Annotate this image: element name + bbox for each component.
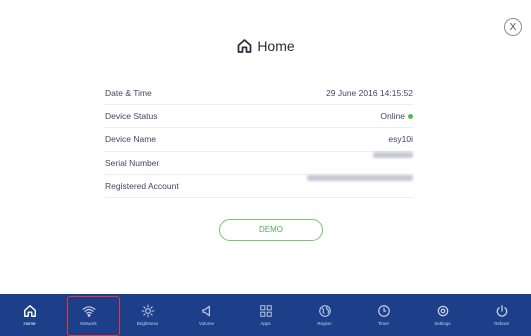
info-row-registered-account: Registered Account (105, 174, 413, 198)
nav-label-reboot: Reboot (494, 321, 509, 326)
registered-account-redacted (307, 174, 413, 181)
nav-label-brightness: Brightness (136, 321, 159, 326)
page-title: Home (257, 38, 295, 54)
registered-account-label: Registered Account (105, 180, 179, 191)
nav-item-timer[interactable]: Timer (354, 294, 413, 336)
nav-item-reboot[interactable]: Reboot (472, 294, 531, 336)
nav-label-timer: Timer (377, 321, 390, 326)
date-time-value: 29 June 2016 14:15:52 (326, 88, 413, 98)
globe-icon (318, 305, 331, 317)
info-row-serial-number: Serial Number (105, 151, 413, 175)
nav-item-brightness[interactable]: Brightness (118, 294, 177, 336)
nav-label-home: Home (23, 321, 36, 326)
nav-item-home[interactable]: Home (0, 294, 59, 336)
info-row-device-name: Device Name esy10i (105, 128, 413, 152)
page-header: Home (0, 38, 531, 64)
nav-label-region: Region (317, 321, 332, 326)
grid-icon (259, 305, 272, 317)
registered-account-value (307, 174, 413, 181)
serial-number-label: Serial Number (105, 157, 160, 168)
demo-button[interactable]: DEMO (219, 219, 323, 241)
date-time-label: Date & Time (105, 88, 152, 98)
gear-icon (437, 305, 448, 317)
nav-item-settings[interactable]: Settings (413, 294, 472, 336)
home-screen: X Home Date & Time 29 June 2016 14:15:52… (0, 0, 531, 336)
nav-item-apps[interactable]: Apps (236, 294, 295, 336)
speaker-icon (201, 305, 210, 317)
device-status-text: Online (380, 111, 405, 122)
device-status-label: Device Status (105, 111, 158, 122)
serial-number-value (373, 151, 413, 158)
network-highlight-box (67, 296, 120, 336)
close-button[interactable]: X (504, 18, 522, 36)
nav-label-apps: Apps (260, 321, 271, 326)
nav-item-region[interactable]: Region (295, 294, 354, 336)
device-status-value: Online (380, 105, 413, 127)
serial-number-redacted (373, 151, 413, 158)
home-icon (23, 305, 36, 317)
device-name-value: esy10i (388, 134, 413, 145)
nav-item-volume[interactable]: Volume (177, 294, 236, 336)
info-row-date-time: Date & Time 29 June 2016 14:15:52 (105, 82, 413, 106)
info-row-device-status: Device Status Online (105, 105, 413, 129)
device-info-table: Date & Time 29 June 2016 14:15:52 Device… (105, 82, 413, 198)
sun-icon (141, 304, 154, 318)
home-icon (237, 39, 252, 53)
device-name-label: Device Name (105, 134, 157, 145)
nav-label-settings: Settings (434, 321, 451, 326)
online-status-dot (408, 113, 413, 119)
nav-label-volume: Volume (198, 321, 214, 326)
clock-icon (377, 305, 390, 317)
power-icon (496, 305, 507, 317)
